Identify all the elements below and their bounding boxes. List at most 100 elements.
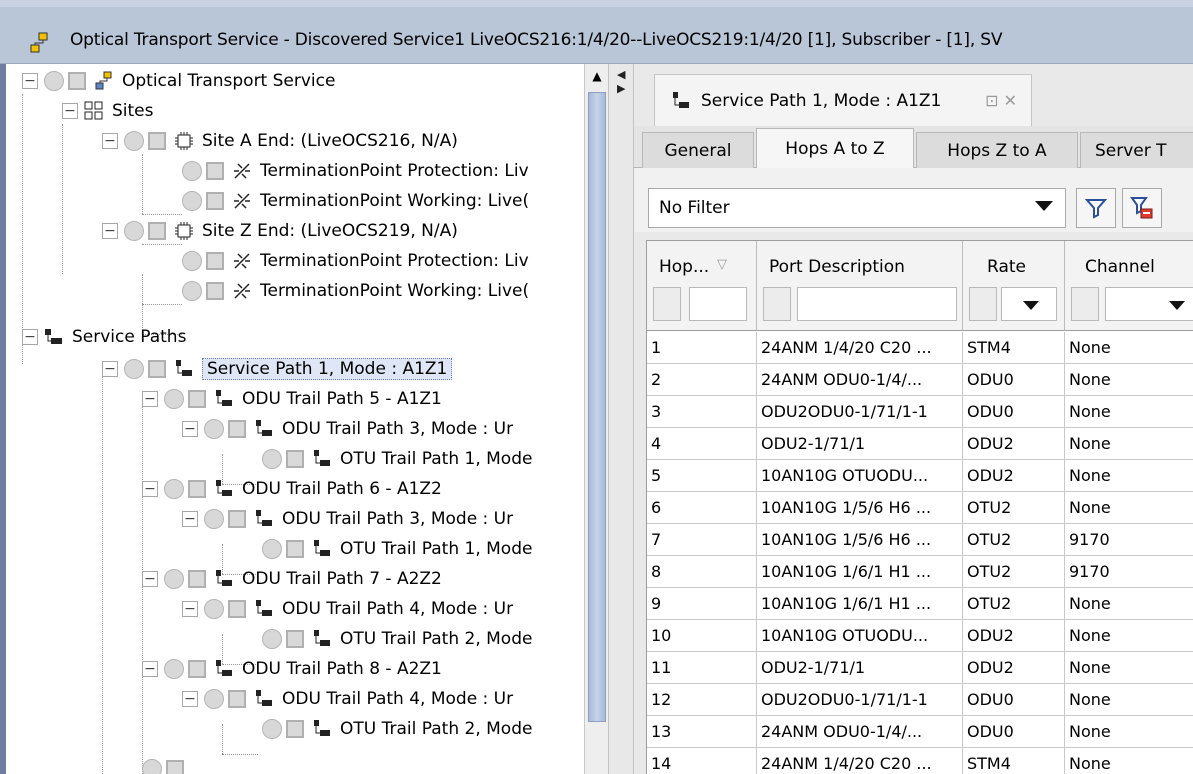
table-cell[interactable]: None [1065,684,1193,716]
expand-right-icon[interactable]: ▶ [617,82,625,95]
table-row[interactable]: 10 [647,620,757,652]
table-row[interactable]: 2 [647,364,757,396]
table-cell[interactable]: None [1065,364,1193,396]
table-cell[interactable]: 10AN10G 1/5/6 H6 ... [757,492,963,524]
filter-select[interactable]: No Filter [648,188,1066,228]
table-row[interactable]: 4 [647,428,757,460]
tree-node-odu[interactable]: − ODU Trail Path 8 - A2Z1 [142,654,442,684]
table-cell[interactable]: 10AN10G 1/5/6 H6 ... [757,524,963,556]
tree-node-service-path-1[interactable]: − Service Path 1, Mode : A1Z1 [102,354,453,384]
table-row[interactable]: 14 [647,748,757,774]
table-row[interactable]: 8 [647,556,757,588]
filter-button[interactable] [1076,188,1116,228]
collapse-icon[interactable]: − [142,481,158,497]
collapse-icon[interactable]: − [22,329,38,345]
table-cell[interactable]: None [1065,588,1193,620]
collapse-icon[interactable]: − [142,391,158,407]
column-header-port-description[interactable]: Port Description [757,241,963,331]
tree-node-site-a[interactable]: − Site A End: (LiveOCS216, N/A) [102,126,458,156]
table-cell[interactable]: 10AN10G OTUODU... [757,460,963,492]
table-cell[interactable]: OTU2 [963,492,1065,524]
table-cell[interactable]: ODU0 [963,396,1065,428]
table-cell[interactable]: None [1065,332,1193,364]
table-cell[interactable]: 24ANM ODU0-1/4/... [757,716,963,748]
tree-node-tp[interactable]: TerminationPoint Protection: Liv [182,156,529,186]
tree-node-service-paths[interactable]: − Service Paths [22,322,186,352]
tree-node-partial[interactable] [142,754,192,774]
document-tab[interactable]: Service Path 1, Mode : A1Z1 ⊡ ✕ [654,74,1032,126]
clear-filter-button[interactable] [1122,188,1162,228]
table-cell[interactable]: ODU2 [963,428,1065,460]
table-cell[interactable]: None [1065,428,1193,460]
column-header-rate[interactable]: Rate [963,241,1065,331]
table-cell[interactable]: ODU2ODU0-1/71/1-1 [757,684,963,716]
table-row[interactable]: 11 [647,652,757,684]
collapse-icon[interactable]: − [182,421,198,437]
table-cell[interactable]: None [1065,652,1193,684]
undock-icon[interactable]: ⊡ [985,91,998,110]
tree-node-sites[interactable]: − Sites [62,96,154,126]
scroll-up-icon[interactable]: ▲ [587,66,607,86]
table-cell[interactable]: ODU2-1/71/1 [757,652,963,684]
collapse-icon[interactable]: − [62,103,78,119]
tab-hops-z-to-a[interactable]: Hops Z to A [916,132,1078,168]
tree-scrollbar[interactable]: ▲ [584,64,608,774]
table-cell[interactable]: 9170 [1065,524,1193,556]
table-cell[interactable]: 9170 [1065,556,1193,588]
collapse-icon[interactable]: − [102,361,118,377]
table-cell[interactable]: STM4 [963,332,1065,364]
table-cell[interactable]: OTU2 [963,524,1065,556]
collapse-icon[interactable]: − [142,661,158,677]
tree-node-otu[interactable]: OTU Trail Path 1, Mode [262,534,532,564]
tree-node-odu-child[interactable]: − ODU Trail Path 3, Mode : Ur [182,504,513,534]
table-cell[interactable]: OTU2 [963,556,1065,588]
collapse-icon[interactable]: − [142,571,158,587]
tree-node-tp[interactable]: TerminationPoint Working: Live( [182,276,529,306]
table-cell[interactable]: None [1065,460,1193,492]
column-header-channel[interactable]: Channel [1065,241,1193,331]
table-cell[interactable]: None [1065,620,1193,652]
table-row[interactable]: 3 [647,396,757,428]
table-cell[interactable]: 10AN10G OTUODU... [757,620,963,652]
table-cell[interactable]: ODU2 [963,652,1065,684]
table-cell[interactable]: None [1065,492,1193,524]
tree-node-tp[interactable]: TerminationPoint Protection: Liv [182,246,529,276]
tab-general[interactable]: General [642,132,754,168]
table-cell[interactable]: 10AN10G 1/6/1 H1 ... [757,556,963,588]
scrollbar-thumb[interactable] [588,92,606,722]
table-cell[interactable]: None [1065,748,1193,774]
table-cell[interactable]: ODU0 [963,684,1065,716]
table-row[interactable]: 6 [647,492,757,524]
tree-node-odu-child[interactable]: − ODU Trail Path 4, Mode : Ur [182,594,513,624]
collapse-icon[interactable]: − [182,511,198,527]
tab-hops-a-to-z[interactable]: Hops A to Z [756,128,914,169]
table-cell[interactable]: ODU2ODU0-1/71/1-1 [757,396,963,428]
tree-node-otu[interactable]: OTU Trail Path 2, Mode [262,624,532,654]
tree-node-odu-child[interactable]: − ODU Trail Path 4, Mode : Ur [182,684,513,714]
table-cell[interactable]: None [1065,716,1193,748]
tree-node-odu-child[interactable]: − ODU Trail Path 3, Mode : Ur [182,414,513,444]
collapse-left-icon[interactable]: ◀ [617,68,625,81]
table-cell[interactable]: 24ANM ODU0-1/4/... [757,364,963,396]
table-row[interactable]: 9 [647,588,757,620]
collapse-icon[interactable]: − [102,223,118,239]
table-cell[interactable]: None [1065,396,1193,428]
tree-node-root[interactable]: − Optical Transport Service [22,66,335,96]
collapse-icon[interactable]: − [102,133,118,149]
navigation-tree[interactable]: − Optical Transport Service − Sites − Si… [0,64,608,774]
column-header-hop[interactable]: Hop... ▽ [647,241,757,331]
tree-node-odu[interactable]: − ODU Trail Path 5 - A1Z1 [142,384,442,414]
collapse-icon[interactable]: − [22,73,38,89]
tree-node-otu[interactable]: OTU Trail Path 2, Mode [262,714,532,744]
table-cell[interactable]: ODU2 [963,460,1065,492]
pane-splitter[interactable]: ◀ ▶ [608,64,634,774]
table-cell[interactable]: OTU2 [963,588,1065,620]
table-row[interactable]: 7 [647,524,757,556]
tree-node-tp[interactable]: TerminationPoint Working: Live( [182,186,529,216]
table-cell[interactable]: 24ANM 1/4/20 C20 ... [757,332,963,364]
table-cell[interactable]: STM4 [963,748,1065,774]
table-row[interactable]: 1 [647,332,757,364]
collapse-icon[interactable]: − [182,691,198,707]
collapse-icon[interactable]: − [182,601,198,617]
table-cell[interactable]: 10AN10G 1/6/1 H1 ... [757,588,963,620]
